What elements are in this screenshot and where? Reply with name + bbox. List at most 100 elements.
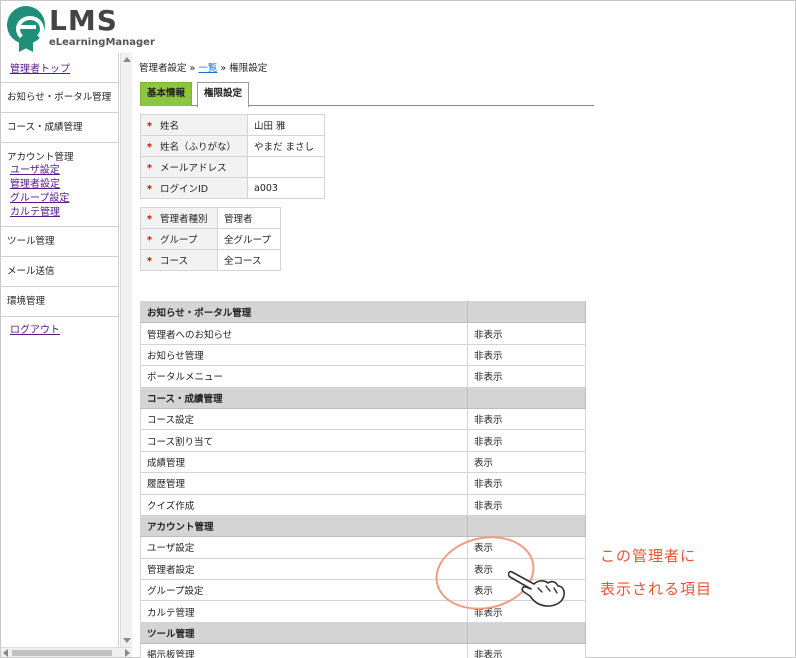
scroll-right-icon[interactable] (125, 649, 130, 657)
tab-permission-settings[interactable]: 権限設定 (197, 82, 250, 107)
sidebar-section-account: アカウント管理 (7, 152, 74, 163)
permission-name: 掲示板管理 (140, 643, 468, 658)
profile-label: ログインID (159, 184, 209, 195)
permission-name: コース設定 (140, 408, 468, 431)
scroll-up-icon[interactable] (123, 57, 131, 62)
table-row: * メールアドレス (140, 156, 325, 178)
table-row: 履歴管理 非表示 (140, 472, 586, 495)
table-row: * コース 全コース (140, 249, 281, 271)
group-header-row: お知らせ・ポータル管理 (140, 301, 586, 324)
permission-value: 非表示 (467, 472, 586, 495)
annotation-line2: 表示される項目 (600, 580, 713, 598)
sidebar-item-news-portal[interactable]: お知らせ・ポータル管理 (7, 91, 118, 104)
sidebar-item-karte[interactable]: カルテ管理 (7, 206, 118, 220)
sidebar: 管理者トップ お知らせ・ポータル管理 コース・成績管理 アカウント管理 ユーザ設… (1, 53, 119, 647)
table-row: 管理者へのお知らせ 非表示 (140, 322, 586, 345)
sidebar-item-course-grades[interactable]: コース・成績管理 (7, 121, 118, 134)
annotation-line1: この管理者に (600, 547, 697, 565)
permission-value: 非表示 (467, 365, 586, 388)
table-row: お知らせ管理 非表示 (140, 344, 586, 367)
sidebar-item-environment[interactable]: 環境管理 (7, 295, 118, 308)
group-header-row: アカウント管理 (140, 515, 586, 538)
permission-name: グループ設定 (140, 579, 468, 602)
required-mark: * (147, 256, 152, 267)
table-row: 成績管理 表示 (140, 451, 586, 474)
profile-value: 山田 雅 (247, 114, 325, 136)
scroll-thumb[interactable] (12, 650, 112, 656)
sidebar-item-tools[interactable]: ツール管理 (7, 235, 118, 248)
roles-table: * 管理者種別 管理者 * グループ 全グループ * コース 全コース (140, 207, 281, 271)
permission-value: 非表示 (467, 494, 586, 516)
permission-name: コース割り当て (140, 429, 468, 452)
group-title: コース・成績管理 (140, 387, 468, 409)
group-title: お知らせ・ポータル管理 (140, 301, 468, 324)
sidebar-item-admin-top[interactable]: 管理者トップ (7, 62, 118, 77)
profile-label: メールアドレス (159, 163, 227, 174)
pointing-hand-icon (508, 570, 565, 607)
logo-ribbon-icon (19, 40, 33, 52)
group-title: アカウント管理 (140, 515, 468, 538)
role-value: 管理者 (217, 207, 281, 229)
sidebar-item-admin-settings[interactable]: 管理者設定 (7, 178, 118, 192)
table-row: * 管理者種別 管理者 (140, 207, 281, 229)
profile-value: やまだ まさし (247, 135, 325, 157)
permission-name: お知らせ管理 (140, 344, 468, 367)
permission-name: 成績管理 (140, 451, 468, 474)
table-row: コース割り当て 非表示 (140, 429, 586, 452)
permission-value: 非表示 (467, 643, 586, 658)
table-row: * 姓名（ふりがな） やまだ まさし (140, 135, 325, 157)
table-row: ポータルメニュー 非表示 (140, 365, 586, 388)
header: LMS eLearningManager (1, 1, 795, 53)
required-mark: * (147, 214, 152, 225)
scroll-left-icon[interactable] (3, 649, 8, 657)
profile-value: a003 (247, 177, 325, 199)
permission-value: 非表示 (467, 408, 586, 431)
profile-value (247, 156, 325, 178)
table-row: * ログインID a003 (140, 177, 325, 199)
logo-text: LMS (49, 4, 118, 37)
logo-subtext: eLearningManager (49, 37, 155, 48)
breadcrumb-list-link[interactable]: 一覧 (198, 63, 217, 74)
sidebar-horizontal-scrollbar[interactable] (1, 647, 132, 657)
table-row: コース設定 非表示 (140, 408, 586, 431)
breadcrumb-part2: » 権限設定 (217, 63, 268, 74)
sidebar-item-group-settings[interactable]: グループ設定 (7, 192, 118, 206)
role-label: 管理者種別 (159, 214, 208, 225)
permission-value: 非表示 (467, 429, 586, 452)
logo-e-icon (7, 6, 45, 44)
sidebar-item-mail[interactable]: メール送信 (7, 265, 118, 278)
required-mark: * (147, 142, 152, 153)
tab-basic-info[interactable]: 基本情報 (140, 82, 193, 106)
breadcrumb: 管理者設定 » 一覧 » 権限設定 (139, 60, 267, 74)
table-row: 掲示板管理 非表示 (140, 643, 586, 658)
breadcrumb-part1: 管理者設定 » (139, 63, 199, 74)
required-mark: * (147, 184, 152, 195)
sidebar-item-logout[interactable]: ログアウト (7, 323, 118, 338)
permission-name: 管理者へのお知らせ (140, 322, 468, 345)
role-value: 全グループ (217, 228, 281, 250)
role-value: 全コース (217, 249, 281, 271)
permission-name: ユーザ設定 (140, 536, 468, 559)
table-row: * 姓名 山田 雅 (140, 114, 325, 136)
profile-table: * 姓名 山田 雅 * 姓名（ふりがな） やまだ まさし * メールアドレス * ログイ… (140, 114, 325, 199)
group-header-row: コース・成績管理 (140, 387, 586, 409)
profile-label: 姓名（ふりがな） (159, 142, 236, 153)
sidebar-item-user-settings[interactable]: ユーザ設定 (7, 164, 118, 178)
group-title: ツール管理 (140, 622, 468, 645)
permission-value: 表示 (467, 451, 586, 474)
sidebar-vertical-scrollbar[interactable] (120, 53, 132, 647)
profile-label: 姓名 (159, 121, 179, 132)
permission-value: 非表示 (467, 344, 586, 367)
scroll-down-icon[interactable] (123, 638, 131, 643)
required-mark: * (147, 235, 152, 246)
table-row: クイズ作成 非表示 (140, 494, 586, 516)
permission-value: 非表示 (467, 322, 586, 345)
role-label: グループ (159, 235, 198, 246)
group-header-row: ツール管理 (140, 622, 586, 645)
role-label: コース (159, 256, 188, 267)
required-mark: * (147, 121, 152, 132)
permission-name: カルテ管理 (140, 600, 468, 623)
permission-name: 管理者設定 (140, 558, 468, 581)
permission-name: クイズ作成 (140, 494, 468, 516)
lms-logo[interactable]: LMS eLearningManager (5, 4, 155, 52)
